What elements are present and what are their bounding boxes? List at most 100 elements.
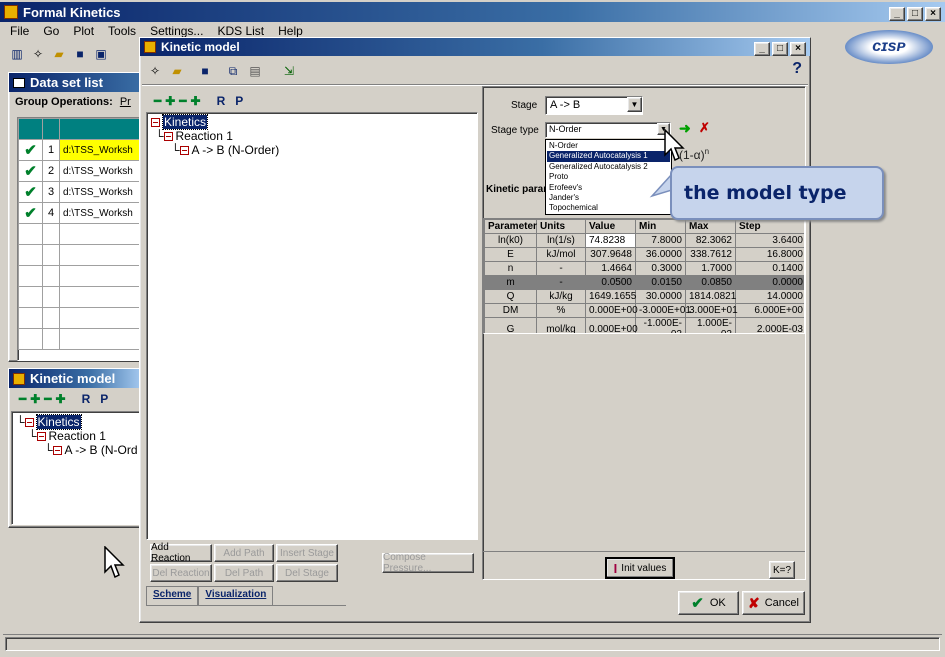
stage-select[interactable]: A -> B ▼ xyxy=(545,96,643,115)
close-icon[interactable]: × xyxy=(790,41,806,56)
menu-tools[interactable]: Tools xyxy=(108,24,136,40)
row-check-icon[interactable]: ✔ xyxy=(18,160,43,182)
collapse-icon[interactable]: ━ xyxy=(179,94,186,108)
row-check-icon[interactable]: ✔ xyxy=(18,139,43,161)
table-cell[interactable]: 307.9648 xyxy=(585,247,636,262)
expand-icon[interactable]: ✚ xyxy=(191,94,201,108)
table-cell[interactable]: 3.000E+01 xyxy=(685,303,738,318)
insert-stage-button[interactable]: Insert Stage xyxy=(276,544,338,562)
tree-root[interactable]: Kinetics xyxy=(35,414,82,430)
tab-visualization[interactable]: Visualization xyxy=(198,586,274,605)
data-set-list-title-bar[interactable]: Data set list xyxy=(9,73,142,92)
table-cell[interactable]: -1.000E-02 xyxy=(635,317,686,333)
table-cell[interactable]: 0.000E+00 xyxy=(585,317,638,333)
chevron-down-icon[interactable]: ▼ xyxy=(627,97,642,112)
export-icon[interactable]: ⇲ xyxy=(280,62,298,80)
table-cell[interactable]: 1814.0821 xyxy=(685,289,736,304)
table-row[interactable]: d:\TSS_Worksh xyxy=(59,202,141,224)
table-cell[interactable]: 16.8000 xyxy=(735,247,804,262)
cancel-button[interactable]: ✘ Cancel xyxy=(742,591,805,615)
new-icon[interactable]: ✧ xyxy=(29,45,47,63)
del-path-button[interactable]: Del Path xyxy=(214,564,274,582)
open-folder-icon[interactable]: ▰ xyxy=(168,62,186,80)
minimize-icon[interactable]: _ xyxy=(889,6,905,21)
tab-scheme[interactable]: Scheme xyxy=(146,586,199,605)
maximize-icon[interactable]: □ xyxy=(772,41,788,56)
compose-pressure-button[interactable]: Compose Pressure... xyxy=(382,552,474,574)
save-as-icon[interactable]: ▣ xyxy=(92,45,110,63)
add-icon[interactable]: ✚ xyxy=(165,94,175,108)
copy-icon[interactable]: ⧉ xyxy=(224,62,242,80)
table-cell[interactable]: 1.7000 xyxy=(685,261,736,276)
table-cell[interactable]: -3.000E+01 xyxy=(635,303,691,318)
table-cell[interactable]: 30.0000 xyxy=(635,289,686,304)
close-icon[interactable]: × xyxy=(925,6,941,21)
table-cell[interactable]: 0.0850 xyxy=(685,275,736,290)
option-topochemical[interactable]: Topochemical xyxy=(547,203,670,213)
table-row[interactable]: d:\TSS_Worksh xyxy=(59,139,141,161)
kinetic-model-title-bar[interactable]: Kinetic model _ □ × xyxy=(140,38,810,56)
reactant-button[interactable]: R xyxy=(82,392,91,406)
tree-stage[interactable]: A -> B (N-Order) xyxy=(192,143,280,157)
paste-icon[interactable]: ▤ xyxy=(246,62,264,80)
tree-reaction[interactable]: Reaction 1 xyxy=(176,129,233,143)
add-icon[interactable]: ✚ xyxy=(30,392,40,406)
row-check-icon[interactable]: ✔ xyxy=(18,181,43,203)
kinetic-model-small-title-bar[interactable]: Kinetic model xyxy=(9,369,142,388)
add-reaction-button[interactable]: Add Reaction xyxy=(150,542,212,564)
collapse-icon[interactable]: ━ xyxy=(44,392,51,406)
table-cell[interactable]: 1649.1655 xyxy=(585,289,636,304)
table-row[interactable]: Gmol/kg0.000E+00-1.000E-021.000E-022.000… xyxy=(484,317,804,333)
table-cell[interactable]: 74.8238 xyxy=(585,233,636,248)
table-cell[interactable]: 0.0500 xyxy=(585,275,636,290)
table-cell[interactable]: 0.0150 xyxy=(635,275,686,290)
menu-go[interactable]: Go xyxy=(43,24,59,40)
table-cell[interactable]: 7.8000 xyxy=(635,233,686,248)
option-generalized-autocatalysis-1[interactable]: Generalized Autocatalysis 1 xyxy=(547,151,670,162)
reactant-button[interactable]: R xyxy=(217,94,226,108)
delete-stage-icon[interactable]: ✗ xyxy=(699,120,710,136)
table-cell[interactable]: 82.3062 xyxy=(685,233,736,248)
row-check-icon[interactable]: ✔ xyxy=(18,202,43,224)
table-row[interactable]: m -0.0500 0.0150 0.0850 0.0000 xyxy=(484,275,804,290)
table-row[interactable]: EkJ/mol 307.9648 36.0000 338.7612 16.8000 xyxy=(484,247,804,262)
table-cell[interactable]: 1.000E-02 xyxy=(685,317,736,333)
expand-icon[interactable]: ✚ xyxy=(56,392,66,406)
table-cell[interactable]: 3.6400 xyxy=(735,233,804,248)
table-cell[interactable]: 1.4664 xyxy=(585,261,636,276)
table-cell[interactable]: 0.1400 xyxy=(735,261,804,276)
del-stage-button[interactable]: Del Stage xyxy=(276,564,338,582)
columns-icon[interactable]: ▥ xyxy=(8,45,26,63)
table-row[interactable]: d:\TSS_Worksh xyxy=(59,160,141,182)
table-row[interactable]: ln(k0) ln(1/s) 74.8238 7.8000 82.3062 3.6400 xyxy=(484,233,804,248)
table-cell[interactable]: 0.000E+00 xyxy=(585,303,638,318)
save-icon[interactable]: ■ xyxy=(196,62,214,80)
product-button[interactable]: P xyxy=(100,392,108,406)
ok-button[interactable]: ✔ OK xyxy=(678,591,739,615)
tree-root[interactable]: Kinetics xyxy=(161,114,209,130)
open-folder-icon[interactable]: ▰ xyxy=(50,45,68,63)
save-icon[interactable]: ■ xyxy=(71,45,89,63)
menu-plot[interactable]: Plot xyxy=(73,24,94,40)
k-button[interactable]: K=? xyxy=(769,561,795,579)
help-icon[interactable]: ? xyxy=(792,60,802,78)
table-row[interactable]: QkJ/kg 1649.1655 30.0000 1814.0821 14.0000 xyxy=(484,289,804,304)
table-cell[interactable]: 2.000E-03 xyxy=(735,317,804,333)
tree-stage[interactable]: A -> B (N-Ord xyxy=(65,443,138,457)
table-row[interactable]: n -1.4664 0.3000 1.7000 0.1400 xyxy=(484,261,804,276)
table-cell[interactable]: 338.7612 xyxy=(685,247,736,262)
group-operations-tab[interactable]: Pr xyxy=(120,96,131,108)
tree-reaction[interactable]: Reaction 1 xyxy=(49,429,106,443)
table-cell[interactable]: 0.0000 xyxy=(735,275,804,290)
init-values-button[interactable]: I Init values xyxy=(605,557,675,579)
table-row[interactable]: d:\TSS_Worksh xyxy=(59,181,141,203)
new-icon[interactable]: ✧ xyxy=(146,62,164,80)
add-path-button[interactable]: Add Path xyxy=(214,544,274,562)
option-n-order[interactable]: N-Order xyxy=(547,141,670,151)
table-cell[interactable]: 14.0000 xyxy=(735,289,804,304)
table-cell[interactable]: 6.000E+00 xyxy=(735,303,804,318)
menu-file[interactable]: File xyxy=(10,24,29,40)
table-row[interactable]: DM% 0.000E+00 -3.000E+01 3.000E+01 6.000E+00 xyxy=(484,303,804,318)
table-cell[interactable]: 0.3000 xyxy=(635,261,686,276)
del-reaction-button[interactable]: Del Reaction xyxy=(150,564,212,582)
